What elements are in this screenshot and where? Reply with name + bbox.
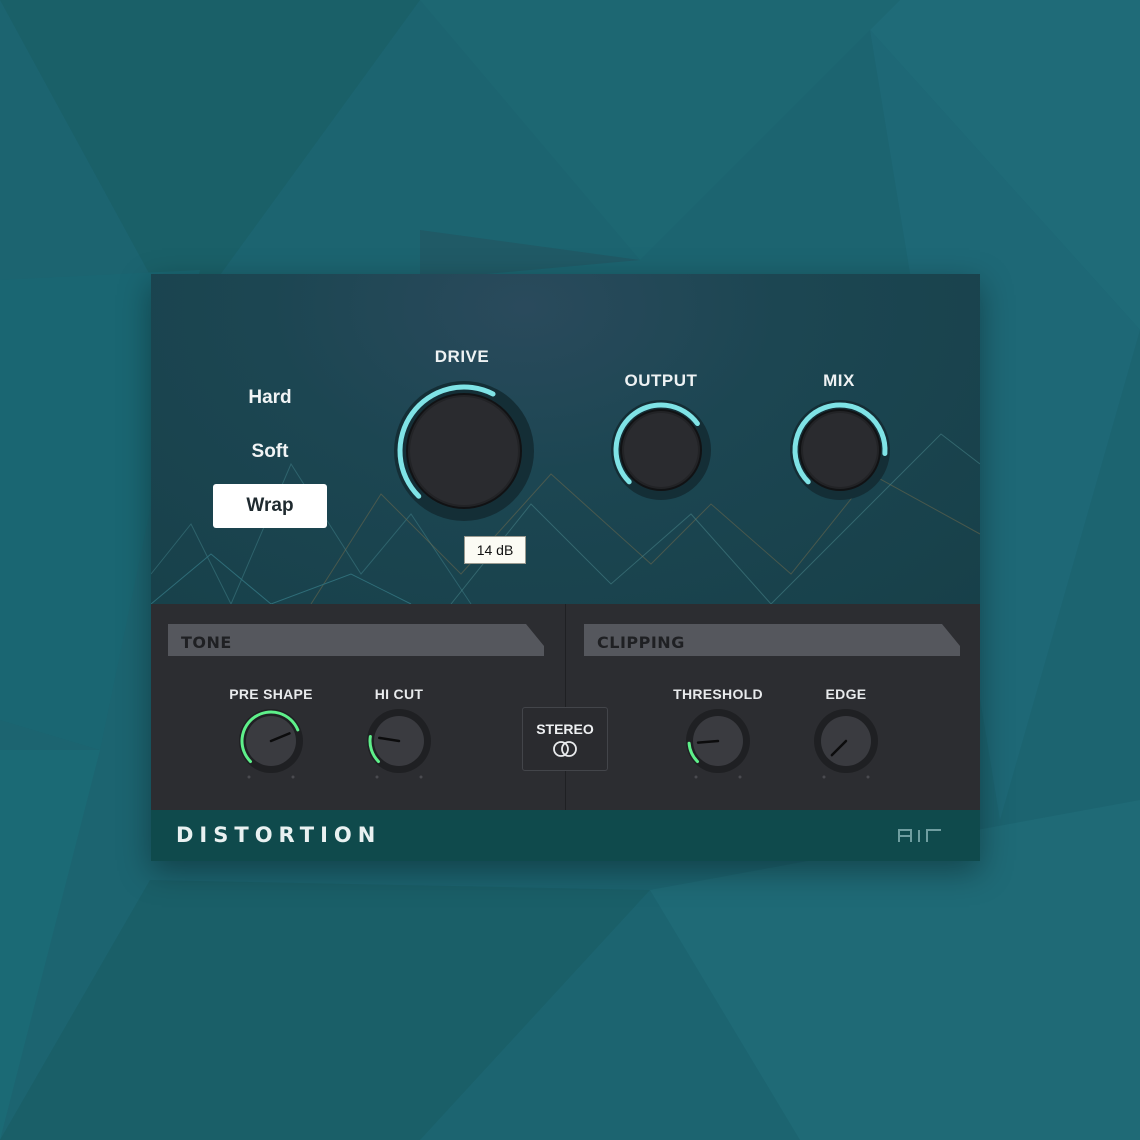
mix-label: MIX bbox=[823, 371, 855, 390]
stereo-label: STEREO bbox=[536, 720, 594, 737]
mix-knob[interactable] bbox=[788, 398, 892, 502]
main-controls-panel: Hard Soft Wrap DRIVE 14 dB OUTPUT MIX bbox=[151, 274, 980, 604]
threshold-knob[interactable] bbox=[684, 707, 752, 783]
distortion-plugin-window: Hard Soft Wrap DRIVE 14 dB OUTPUT MIX TO… bbox=[151, 274, 980, 861]
mode-hard-option[interactable]: Hard bbox=[213, 376, 327, 420]
plugin-footer: DISTORTION air bbox=[151, 810, 980, 861]
plugin-title: DISTORTION bbox=[176, 823, 382, 847]
tone-section-title: TONE bbox=[181, 633, 232, 652]
output-label: OUTPUT bbox=[624, 371, 698, 390]
mode-soft-label: Soft bbox=[251, 441, 289, 462]
drive-label: DRIVE bbox=[434, 347, 490, 366]
threshold-label: THRESHOLD bbox=[673, 686, 763, 702]
drive-knob[interactable] bbox=[391, 378, 537, 524]
mode-hard-label: Hard bbox=[248, 387, 292, 408]
hi-cut-knob[interactable] bbox=[365, 707, 433, 783]
output-knob[interactable] bbox=[609, 398, 713, 502]
tone-clipping-panel: TONE CLIPPING PRE SHAPE HI CUT STEREO TH… bbox=[151, 604, 980, 810]
clipping-section-title: CLIPPING bbox=[597, 633, 685, 652]
mode-wrap-label: Wrap bbox=[246, 495, 294, 516]
stereo-button[interactable]: STEREO bbox=[522, 707, 608, 771]
hi-cut-label: HI CUT bbox=[374, 686, 424, 702]
air-logo: air bbox=[898, 829, 941, 842]
stereo-link-icon bbox=[553, 740, 577, 757]
pre-shape-knob[interactable] bbox=[237, 707, 305, 783]
mode-soft-option[interactable]: Soft bbox=[213, 430, 327, 474]
edge-knob[interactable] bbox=[812, 707, 880, 783]
pre-shape-label: PRE SHAPE bbox=[229, 686, 313, 702]
drive-value-tooltip: 14 dB bbox=[464, 536, 526, 564]
edge-label: EDGE bbox=[825, 686, 867, 702]
mode-wrap-option[interactable]: Wrap bbox=[213, 484, 327, 528]
